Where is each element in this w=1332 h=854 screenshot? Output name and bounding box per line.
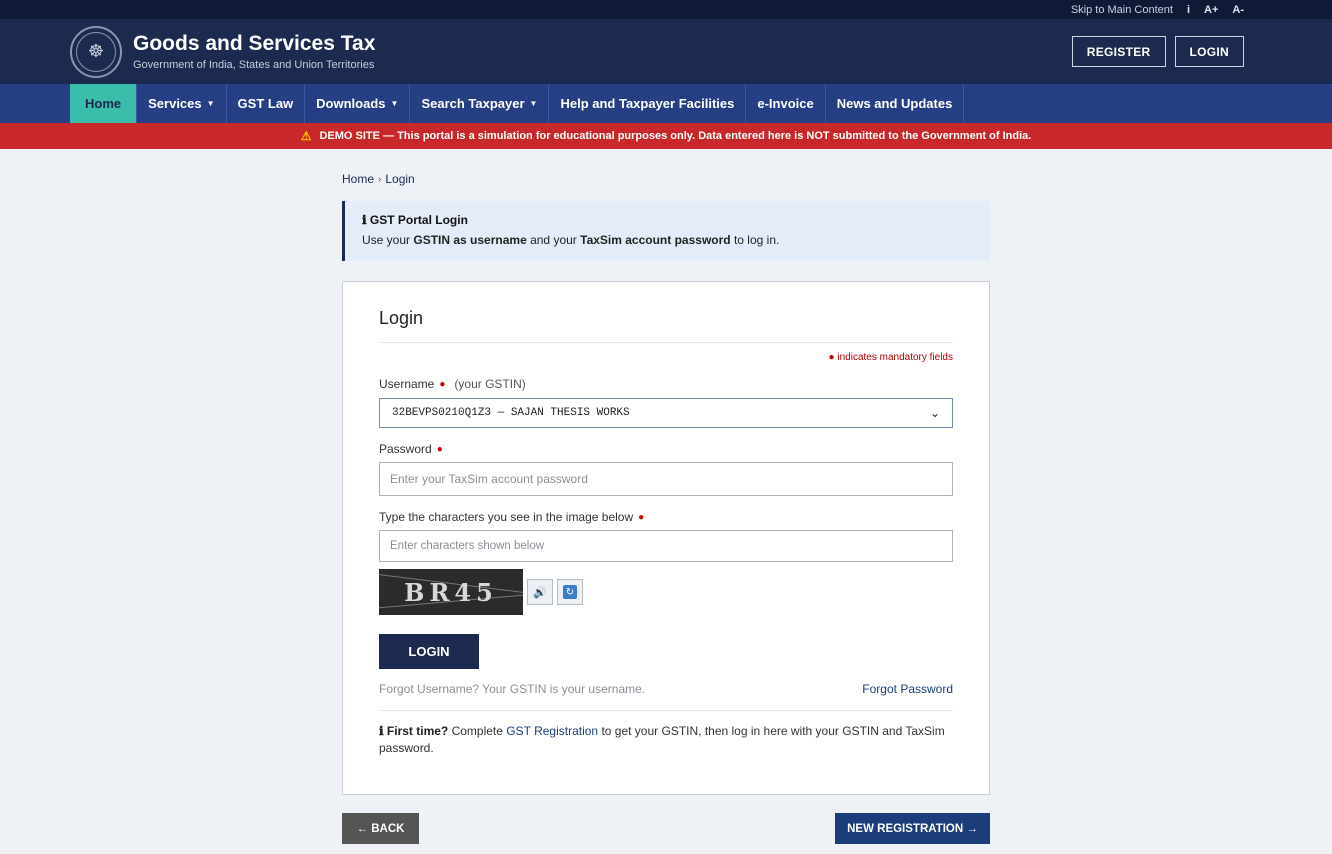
required-dot: ● — [436, 443, 443, 455]
back-button[interactable]: ← BACK — [342, 813, 419, 844]
nav-downloads[interactable]: Downloads ▼ — [305, 84, 411, 123]
nav-e-invoice[interactable]: e-Invoice — [746, 84, 826, 123]
info-icon[interactable]: i — [1187, 4, 1190, 16]
main-nav: Home Services ▼ GST Law Downloads ▼ Search… — [0, 84, 1332, 123]
refresh-icon: ↻ — [563, 585, 577, 599]
audio-captcha-button[interactable]: 🔊 — [527, 579, 553, 605]
gst-registration-link[interactable]: GST Registration — [506, 724, 598, 738]
login-title: Login — [379, 308, 953, 343]
nav-services[interactable]: Services ▼ — [137, 84, 227, 123]
breadcrumb-current: Login — [385, 172, 415, 186]
caret-down-icon: ▼ — [390, 99, 399, 108]
demo-banner: ⚠ DEMO SITE — This portal is a simulatio… — [0, 123, 1332, 149]
nav-home[interactable]: Home — [70, 84, 138, 123]
breadcrumb-home[interactable]: Home — [342, 172, 374, 186]
breadcrumb: Home › Login — [342, 172, 990, 186]
info-text: Use your GSTIN as username and your TaxS… — [362, 233, 780, 247]
new-registration-button[interactable]: NEW REGISTRATION → — [835, 813, 990, 844]
forgot-password-link[interactable]: Forgot Password — [862, 682, 953, 696]
forgot-username-text: Forgot Username? Your GSTIN is your user… — [379, 682, 646, 696]
demo-banner-text: DEMO SITE — This portal is a simulation … — [319, 130, 1032, 142]
breadcrumb-separator: › — [378, 173, 382, 185]
register-button[interactable]: REGISTER — [1071, 36, 1166, 67]
speaker-icon: 🔊 — [533, 586, 547, 599]
chevron-down-icon: ⌄ — [929, 406, 940, 420]
main-content: Home › Login ℹ GST Portal Login Use your… — [342, 149, 990, 844]
font-increase-button[interactable]: A+ — [1204, 4, 1218, 16]
login-card: Login ● indicates mandatory fields Usern… — [342, 281, 990, 795]
caret-down-icon: ▼ — [206, 99, 215, 108]
nav-gst-law[interactable]: GST Law — [227, 84, 306, 123]
nav-help[interactable]: Help and Taxpayer Facilities — [549, 84, 747, 123]
captcha-input[interactable]: Enter characters shown below — [379, 530, 953, 562]
password-input[interactable]: Enter your TaxSim account password — [379, 462, 953, 496]
info-icon: ℹ — [379, 724, 384, 738]
username-label: Username ● (your GSTIN) — [379, 377, 526, 391]
info-icon: ℹ — [362, 213, 367, 227]
login-button[interactable]: LOGIN — [379, 634, 479, 669]
refresh-captcha-button[interactable]: ↻ — [557, 579, 583, 605]
brand: Goods and Services Tax Government of Ind… — [133, 32, 375, 71]
info-box: ℹ GST Portal Login Use your GSTIN as use… — [342, 201, 990, 261]
font-decrease-button[interactable]: A- — [1232, 4, 1244, 16]
site-title: Goods and Services Tax — [133, 32, 376, 55]
skip-to-main-link[interactable]: Skip to Main Content — [1071, 4, 1173, 16]
header-login-button[interactable]: LOGIN — [1174, 36, 1244, 67]
first-time-note: ℹ First time? Complete GST Registration … — [379, 710, 953, 757]
username-select[interactable]: 32BEVPS0210Q1Z3 — SAJAN THESIS WORKS ⌄ — [379, 398, 953, 428]
caret-down-icon: ▼ — [529, 99, 538, 108]
top-utility-bar: Skip to Main Content i A+ A- — [0, 0, 1332, 19]
required-dot: ● — [439, 378, 446, 390]
required-dot: ● — [638, 511, 645, 523]
mandatory-note: ● indicates mandatory fields — [828, 352, 953, 363]
site-header: ☸ Goods and Services Tax Government of I… — [0, 19, 1332, 84]
warning-icon: ⚠ — [300, 129, 312, 143]
emblem-logo[interactable]: ☸ — [70, 25, 122, 78]
captcha-label: Type the characters you see in the image… — [379, 510, 645, 524]
nav-news[interactable]: News and Updates — [826, 84, 965, 123]
password-label: Password ● — [379, 442, 443, 456]
emblem-icon: ☸ — [76, 31, 116, 72]
nav-search-taxpayer[interactable]: Search Taxpayer ▼ — [410, 84, 550, 123]
captcha-image: BR45 — [379, 569, 523, 615]
info-title: GST Portal Login — [369, 213, 468, 227]
site-subtitle: Government of India, States and Union Te… — [133, 59, 375, 71]
